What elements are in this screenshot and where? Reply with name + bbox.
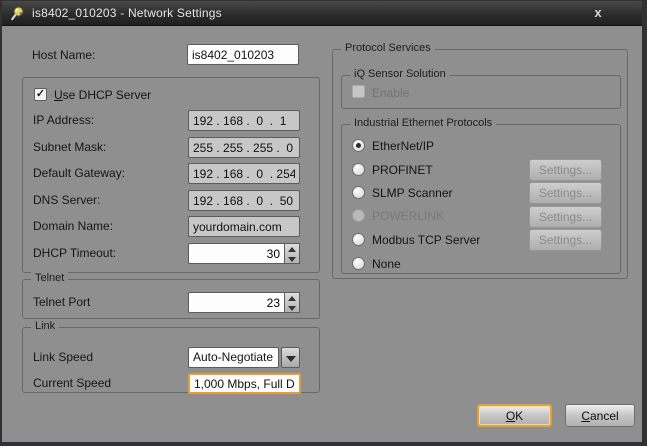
spinner-buttons[interactable] [285, 243, 300, 264]
combo-dropdown-icon[interactable] [281, 347, 300, 368]
radio-slmp-scanner[interactable] [352, 186, 365, 199]
industrial-protocols-group: Industrial Ethernet Protocols EtherNet/I… [341, 124, 621, 274]
telnet-port-input[interactable] [188, 292, 285, 313]
subnet-mask-field [188, 137, 300, 158]
use-dhcp-checkbox[interactable]: ✓ [34, 88, 47, 101]
current-speed-field[interactable] [188, 373, 301, 394]
link-speed-combobox[interactable]: Auto-Negotiate [188, 347, 279, 368]
telnet-group: Telnet Telnet Port [22, 279, 320, 319]
protocol-services-title: Protocol Services [341, 42, 435, 54]
link-group: Link Link Speed Auto-Negotiate Current S… [22, 327, 320, 393]
dhcp-group: ✓ Use DHCP Server IP Address: Subnet Mask… [22, 77, 320, 273]
telnet-port-spinner [188, 292, 300, 313]
use-dhcp-label: Use DHCP Server [54, 88, 151, 102]
current-speed-label: Current Speed [33, 376, 111, 390]
spin-up-icon[interactable] [285, 244, 299, 254]
ok-button[interactable]: OK [477, 404, 552, 427]
radio-profinet[interactable] [352, 163, 365, 176]
titlebar[interactable]: is8402_010203 - Network Settings x [2, 1, 642, 26]
default-gateway-label: Default Gateway: [33, 166, 125, 180]
iq-sensor-group: iQ Sensor Solution Enable [341, 75, 621, 109]
dhcp-timeout-spinner [188, 243, 300, 264]
ip-address-field [188, 110, 300, 131]
dns-server-field [188, 190, 300, 211]
link-speed-label: Link Speed [33, 350, 93, 364]
close-icon[interactable]: x [586, 4, 610, 22]
dhcp-timeout-input[interactable] [188, 243, 285, 264]
spin-down-icon[interactable] [285, 254, 299, 264]
spinner-buttons[interactable] [285, 292, 300, 313]
settings-button-slmp-scanner: Settings... [529, 182, 602, 204]
radio-label-slmp-scanner: SLMP Scanner [372, 186, 453, 200]
radio-ethernet-ip[interactable] [352, 139, 365, 152]
cancel-button[interactable]: Cancel [565, 404, 635, 427]
settings-button-modbus-tcp-server: Settings... [529, 229, 602, 251]
radio-label-none: None [372, 257, 401, 271]
protocol-services-group: Protocol Services iQ Sensor Solution Ena… [332, 49, 628, 279]
radio-label-modbus-tcp-server: Modbus TCP Server [372, 233, 480, 247]
window-title: is8402_010203 - Network Settings [32, 6, 222, 20]
radio-label-profinet: PROFINET [372, 163, 433, 177]
subnet-mask-label: Subnet Mask: [33, 140, 106, 154]
settings-button-profinet: Settings... [529, 159, 602, 181]
domain-name-label: Domain Name: [33, 219, 113, 233]
link-group-title: Link [31, 320, 59, 332]
dns-server-label: DNS Server: [33, 193, 100, 207]
host-name-label: Host Name: [32, 48, 95, 62]
telnet-port-label: Telnet Port [33, 295, 90, 309]
spin-down-icon[interactable] [285, 303, 299, 313]
settings-button-powerlink: Settings... [529, 206, 602, 228]
iq-sensor-title: iQ Sensor Solution [350, 68, 450, 80]
network-settings-dialog: is8402_010203 - Network Settings x Host … [0, 0, 647, 446]
ip-address-label: IP Address: [33, 113, 94, 127]
radio-none[interactable] [352, 257, 365, 270]
spin-up-icon[interactable] [285, 293, 299, 303]
host-name-input[interactable] [187, 44, 299, 65]
telnet-group-title: Telnet [31, 272, 68, 284]
iq-enable-checkbox [352, 85, 365, 98]
radio-powerlink [352, 209, 365, 222]
magnifier-app-icon [9, 5, 25, 21]
domain-name-field [188, 216, 300, 237]
radio-modbus-tcp-server[interactable] [352, 233, 365, 246]
radio-label-powerlink: POWERLINK [372, 209, 444, 223]
industrial-protocols-title: Industrial Ethernet Protocols [350, 117, 496, 129]
iq-enable-label: Enable [372, 86, 409, 100]
radio-label-ethernet-ip: EtherNet/IP [372, 139, 434, 153]
dialog-body: Host Name: ✓ Use DHCP Server IP Address:… [2, 26, 642, 442]
default-gateway-field [188, 163, 300, 184]
dhcp-timeout-label: DHCP Timeout: [33, 246, 116, 260]
